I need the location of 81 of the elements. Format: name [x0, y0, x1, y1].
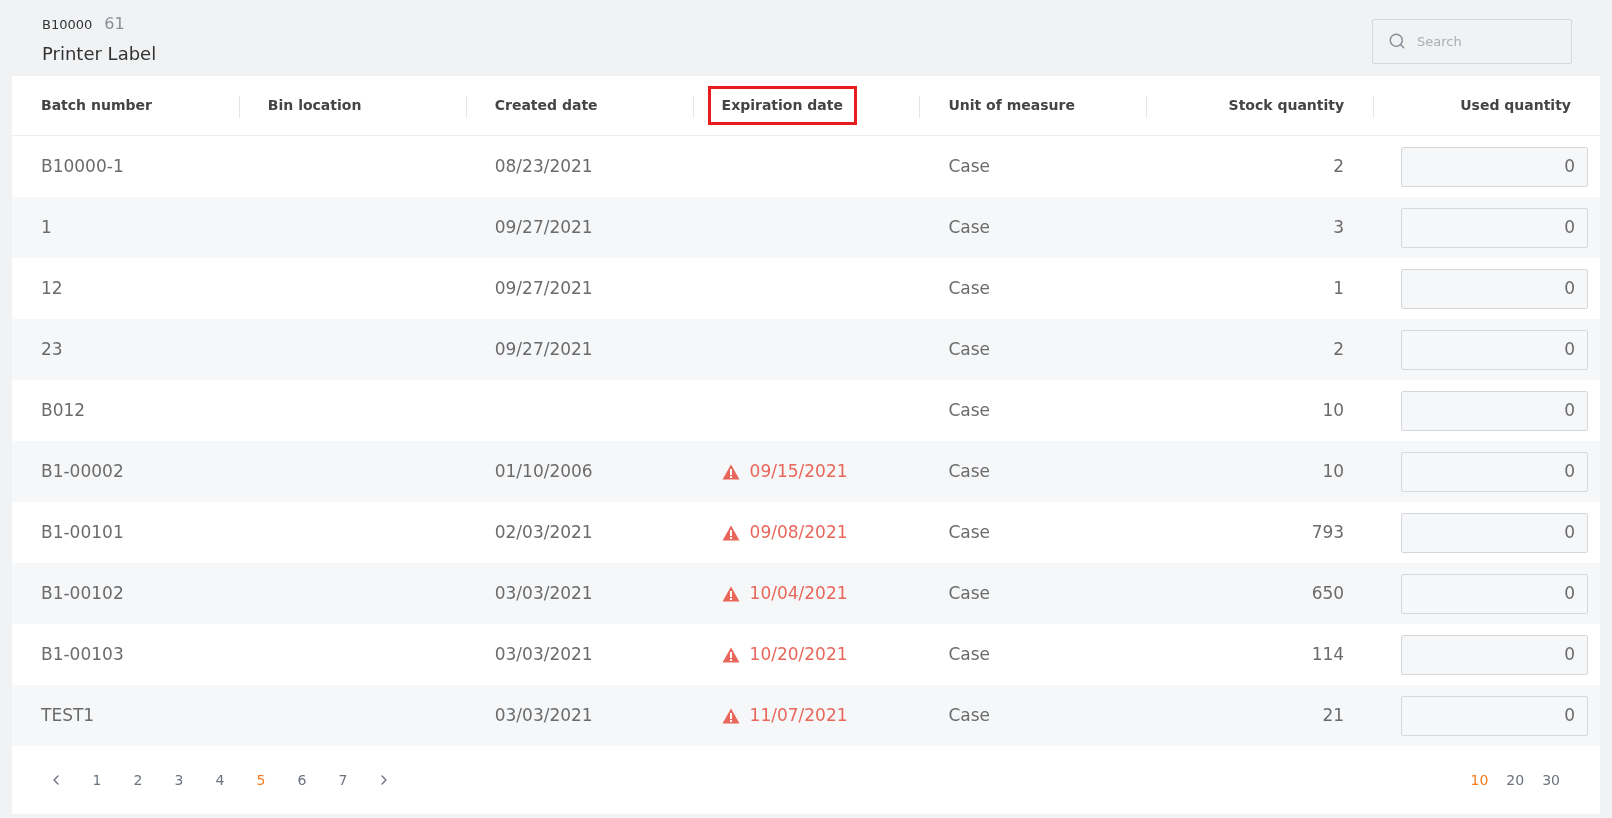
- table-cell-text: Case: [948, 398, 991, 422]
- table-cell-text: B10000-1: [41, 154, 124, 178]
- table-cell-text: 09/27/2021: [494, 215, 593, 239]
- table-cell-text: Case: [948, 459, 991, 483]
- table-cell-text: Case: [948, 520, 991, 544]
- quantity-input[interactable]: 0: [1401, 329, 1588, 370]
- table-cell-text: 09/27/2021: [494, 276, 593, 300]
- table-cell-text: 02/03/2021: [494, 520, 593, 544]
- table-cell-text: 12: [41, 276, 63, 300]
- search-icon: [1388, 32, 1406, 50]
- table-cell-text: 10/04/2021: [749, 581, 848, 605]
- table-cell-text: 21: [1322, 703, 1345, 727]
- page-link[interactable]: 5: [253, 769, 269, 791]
- table-cell-text: Case: [948, 581, 991, 605]
- table-cell-text: B1-00102: [41, 581, 124, 605]
- column-header[interactable]: Used quantity: [1460, 95, 1571, 116]
- table-cell-text: TEST1: [41, 703, 95, 727]
- table-cell-text: 09/08/2021: [749, 520, 848, 544]
- page-link[interactable]: 7: [335, 769, 351, 791]
- page-link[interactable]: 6: [294, 769, 310, 791]
- table-cell-text: 10: [1322, 459, 1345, 483]
- table-cell-text: 23: [41, 337, 63, 361]
- table-cell-text: B1-00101: [41, 520, 124, 544]
- page-link[interactable]: 2: [130, 769, 146, 791]
- warning-icon: [721, 524, 740, 541]
- warning-icon: [721, 646, 740, 663]
- table-cell-text: Case: [948, 154, 991, 178]
- table-cell-text: 01/10/2006: [494, 459, 593, 483]
- quantity-input[interactable]: 0: [1401, 207, 1588, 248]
- item-count: 61: [104, 13, 125, 35]
- column-header[interactable]: Expiration date: [707, 86, 857, 125]
- quantity-input[interactable]: 0: [1401, 512, 1588, 553]
- page-size-option[interactable]: 30: [1542, 769, 1560, 791]
- table-cell-text: 11/07/2021: [749, 703, 848, 727]
- page-link[interactable]: 1: [89, 769, 105, 791]
- warning-icon: [721, 707, 740, 724]
- table-cell-text: Case: [948, 703, 991, 727]
- page-link[interactable]: 3: [171, 769, 187, 791]
- column-header[interactable]: Batch number: [41, 95, 152, 116]
- quantity-input[interactable]: 0: [1401, 451, 1588, 492]
- quantity-input[interactable]: 0: [1401, 268, 1588, 309]
- table-cell-text: B012: [41, 398, 86, 422]
- table-cell-text: 650: [1311, 581, 1345, 605]
- column-header[interactable]: Bin location: [267, 95, 362, 116]
- quantity-input[interactable]: 0: [1401, 634, 1588, 675]
- warning-icon: [721, 585, 740, 602]
- item-code: B10000: [42, 16, 93, 34]
- page-size-option[interactable]: 10: [1470, 769, 1489, 791]
- table-cell-text: Case: [948, 337, 991, 361]
- table-cell-text: 1: [1333, 276, 1345, 300]
- table-cell-text: 10/20/2021: [749, 642, 848, 666]
- column-header[interactable]: Unit of measure: [948, 95, 1075, 116]
- table-cell-text: B1-00002: [41, 459, 124, 483]
- quantity-input[interactable]: 0: [1401, 390, 1588, 431]
- table-cell-text: Case: [948, 642, 991, 666]
- quantity-input[interactable]: 0: [1401, 146, 1588, 187]
- table-cell-text: 03/03/2021: [494, 581, 593, 605]
- table-cell-text: 09/27/2021: [494, 337, 593, 361]
- warning-icon: [721, 463, 740, 480]
- table-cell-text: 793: [1311, 520, 1345, 544]
- column-header[interactable]: Created date: [494, 95, 598, 116]
- page-title: Printer Label: [42, 42, 157, 66]
- table-cell-text: 2: [1333, 154, 1345, 178]
- table-cell-text: 1: [41, 215, 52, 239]
- table-cell-text: 10: [1322, 398, 1345, 422]
- search-field[interactable]: Search: [1372, 19, 1572, 64]
- table-cell-text: B1-00103: [41, 642, 124, 666]
- page-link[interactable]: 4: [212, 769, 228, 791]
- table-cell-text: Case: [948, 276, 991, 300]
- table-cell-text: 03/03/2021: [494, 642, 593, 666]
- table-cell-text: 08/23/2021: [494, 154, 593, 178]
- table-cell-text: 3: [1333, 215, 1345, 239]
- page-size-option[interactable]: 20: [1506, 769, 1525, 791]
- quantity-input[interactable]: 0: [1401, 695, 1588, 736]
- table-cell-text: 2: [1333, 337, 1345, 361]
- table-cell-text: 03/03/2021: [494, 703, 593, 727]
- column-header[interactable]: Stock quantity: [1228, 95, 1345, 116]
- table-cell-text: 09/15/2021: [749, 459, 848, 483]
- quantity-input[interactable]: 0: [1401, 573, 1588, 614]
- table-cell-text: Case: [948, 215, 991, 239]
- table-cell-text: 114: [1311, 642, 1345, 666]
